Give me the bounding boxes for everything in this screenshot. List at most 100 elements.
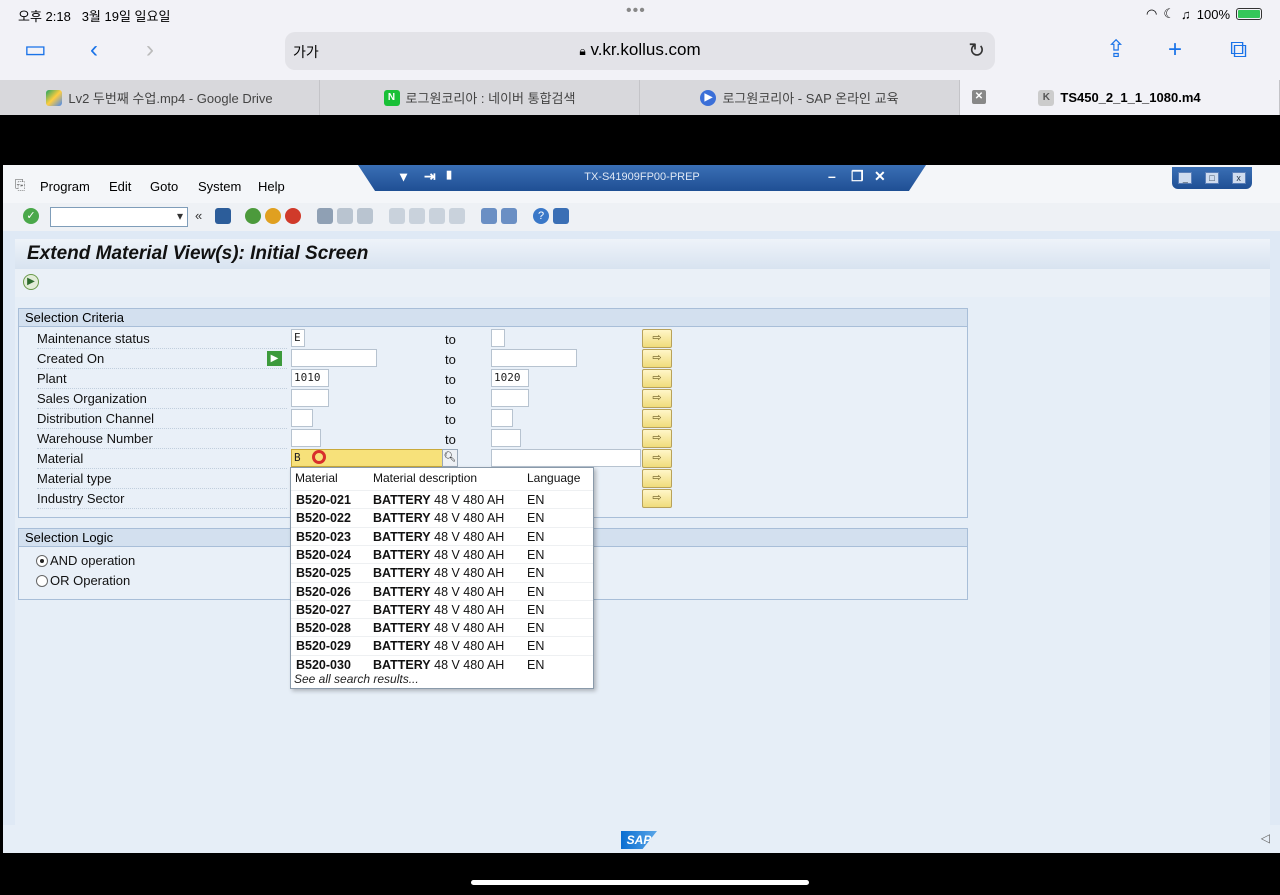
- find-icon[interactable]: [337, 208, 353, 224]
- menu-system[interactable]: System: [198, 179, 241, 194]
- created-on-to-input[interactable]: [491, 349, 577, 367]
- row-warehouse-number: Warehouse Number to ⇨: [19, 429, 967, 449]
- execute-icon[interactable]: ▶: [23, 274, 39, 290]
- plant-from-input[interactable]: 1010: [291, 369, 329, 387]
- forward-icon[interactable]: ›: [146, 36, 154, 64]
- autocomplete-row[interactable]: B520-029 BATTERY 48 V 480 AH EN: [291, 636, 593, 654]
- tab-google-drive[interactable]: Lv2 두번째 수업.mp4 - Google Drive: [0, 80, 320, 115]
- first-page-icon[interactable]: [389, 208, 405, 224]
- menu-goto[interactable]: Goto: [150, 179, 178, 194]
- print-icon[interactable]: [317, 208, 333, 224]
- autocomplete-row[interactable]: B520-021 BATTERY 48 V 480 AH EN: [291, 490, 593, 508]
- autocomplete-row[interactable]: B520-026 BATTERY 48 V 480 AH EN: [291, 581, 593, 600]
- cancel-icon[interactable]: [285, 208, 301, 224]
- warehouse-to-input[interactable]: [491, 429, 521, 447]
- warehouse-from-input[interactable]: [291, 429, 321, 447]
- multitask-dots-icon[interactable]: •••: [626, 2, 646, 20]
- or-operation-radio[interactable]: [36, 575, 48, 587]
- minimize-icon[interactable]: –: [828, 168, 836, 184]
- autocomplete-row[interactable]: B520-022 BATTERY 48 V 480 AH EN: [291, 508, 593, 526]
- sidebar-icon[interactable]: ▭: [24, 36, 47, 64]
- autocomplete-row[interactable]: B520-025 BATTERY 48 V 480 AH EN: [291, 563, 593, 581]
- new-tab-icon[interactable]: +: [1168, 36, 1182, 64]
- autocomplete-row[interactable]: B520-030 BATTERY 48 V 480 AH EN: [291, 654, 593, 673]
- tab-logone[interactable]: ▶ 로그원코리아 - SAP 온라인 교육: [640, 80, 960, 115]
- enter-icon[interactable]: ✓: [23, 208, 39, 224]
- row-maintenance-status: Maintenance status E to ⇨: [19, 329, 967, 349]
- autocomplete-row[interactable]: B520-023 BATTERY 48 V 480 AH EN: [291, 526, 593, 545]
- plant-to-input[interactable]: 1020: [491, 369, 529, 387]
- window-controls: _ □ x: [1172, 167, 1252, 189]
- autocomplete-row[interactable]: B520-024 BATTERY 48 V 480 AH EN: [291, 544, 593, 563]
- date-picker-icon[interactable]: ▶: [267, 351, 282, 366]
- layout-menu-icon[interactable]: [553, 208, 569, 224]
- menu-program[interactable]: Program: [40, 179, 90, 194]
- address-bar[interactable]: 가가 🔒︎ v.kr.kollus.com ↻: [285, 32, 995, 70]
- tab-naver[interactable]: N 로그원코리아 : 네이버 통합검색: [320, 80, 640, 115]
- battery-percent: 100%: [1196, 6, 1230, 22]
- autocomplete-row[interactable]: B520-028 BATTERY 48 V 480 AH EN: [291, 618, 593, 636]
- back-icon-sap[interactable]: [245, 208, 261, 224]
- tab-video[interactable]: ✕ K TS450_2_1_1_1080.m4: [960, 80, 1280, 115]
- exit-icon[interactable]: [265, 208, 281, 224]
- new-session-icon[interactable]: [481, 208, 497, 224]
- standard-toolbar: ✓ « ?: [3, 203, 1280, 231]
- maintenance-status-from-input[interactable]: E: [291, 329, 305, 347]
- kollus-icon: K: [1038, 89, 1055, 106]
- see-all-results-link[interactable]: See all search results...: [294, 672, 419, 686]
- and-operation-radio[interactable]: [36, 555, 48, 567]
- window-close-icon[interactable]: x: [1231, 172, 1246, 184]
- search-help-icon[interactable]: 🔍︎: [442, 449, 458, 467]
- system-menu-icon[interactable]: ⎘: [15, 177, 25, 193]
- multiple-selection-button[interactable]: ⇨: [642, 409, 672, 428]
- multiple-selection-button[interactable]: ⇨: [642, 369, 672, 388]
- system-name: TX-S41909FP00-PREP: [584, 171, 700, 183]
- distribution-channel-to-input[interactable]: [491, 409, 513, 427]
- collapse-icon[interactable]: «: [195, 208, 211, 224]
- window-maximize-icon[interactable]: □: [1204, 172, 1219, 184]
- tabs-overview-icon[interactable]: ⧉: [1230, 36, 1247, 64]
- material-language: EN: [527, 657, 545, 672]
- system-title-bar: ▾ ⇥ ▮ TX-S41909FP00-PREP – ❐ ✕: [358, 165, 926, 191]
- multiple-selection-button[interactable]: ⇨: [642, 469, 672, 488]
- shortcut-icon[interactable]: [501, 208, 517, 224]
- last-page-icon[interactable]: [449, 208, 465, 224]
- restore-icon[interactable]: ❐: [851, 168, 864, 185]
- back-icon[interactable]: ‹: [90, 36, 98, 64]
- multiple-selection-button[interactable]: ⇨: [642, 389, 672, 408]
- created-on-from-input[interactable]: [291, 349, 377, 367]
- material-to-input[interactable]: [491, 449, 641, 467]
- multiple-selection-button[interactable]: ⇨: [642, 429, 672, 448]
- status-expand-icon[interactable]: ◁: [1261, 831, 1270, 845]
- multiple-selection-button[interactable]: ⇨: [642, 449, 672, 468]
- material-language: EN: [527, 547, 545, 562]
- find-next-icon[interactable]: [357, 208, 373, 224]
- reload-icon[interactable]: ↻: [968, 38, 985, 63]
- previous-page-icon[interactable]: [409, 208, 425, 224]
- touch-cursor-indicator: [312, 450, 326, 464]
- material-language: EN: [527, 602, 545, 617]
- multiple-selection-button[interactable]: ⇨: [642, 329, 672, 348]
- menu-help[interactable]: Help: [258, 179, 285, 194]
- sales-org-to-input[interactable]: [491, 389, 529, 407]
- application-toolbar: ▶: [15, 269, 1270, 297]
- save-icon[interactable]: [215, 208, 231, 224]
- menu-bar: ⎘ Program Edit Goto System Help ▾ ⇥ ▮ TX…: [3, 165, 1280, 203]
- close-tab-icon[interactable]: ✕: [972, 90, 986, 104]
- safari-chrome: 오후 2:18 3월 19일 일요일 ••• ◠ ☾ ♫ 100% ▭ ‹ › …: [0, 0, 1280, 115]
- material-number: B520-021: [296, 493, 351, 507]
- help-icon[interactable]: ?: [533, 208, 549, 224]
- sales-org-from-input[interactable]: [291, 389, 329, 407]
- distribution-channel-from-input[interactable]: [291, 409, 313, 427]
- maintenance-status-to-input[interactable]: [491, 329, 505, 347]
- share-icon[interactable]: ⇪: [1106, 36, 1126, 64]
- command-field[interactable]: [50, 207, 188, 227]
- close-icon[interactable]: ✕: [874, 168, 886, 185]
- window-minimize-icon[interactable]: _: [1178, 172, 1193, 184]
- autocomplete-row[interactable]: B520-027 BATTERY 48 V 480 AH EN: [291, 599, 593, 618]
- home-indicator[interactable]: [471, 880, 809, 885]
- multiple-selection-button[interactable]: ⇨: [642, 489, 672, 508]
- multiple-selection-button[interactable]: ⇨: [642, 349, 672, 368]
- next-page-icon[interactable]: [429, 208, 445, 224]
- menu-edit[interactable]: Edit: [109, 179, 131, 194]
